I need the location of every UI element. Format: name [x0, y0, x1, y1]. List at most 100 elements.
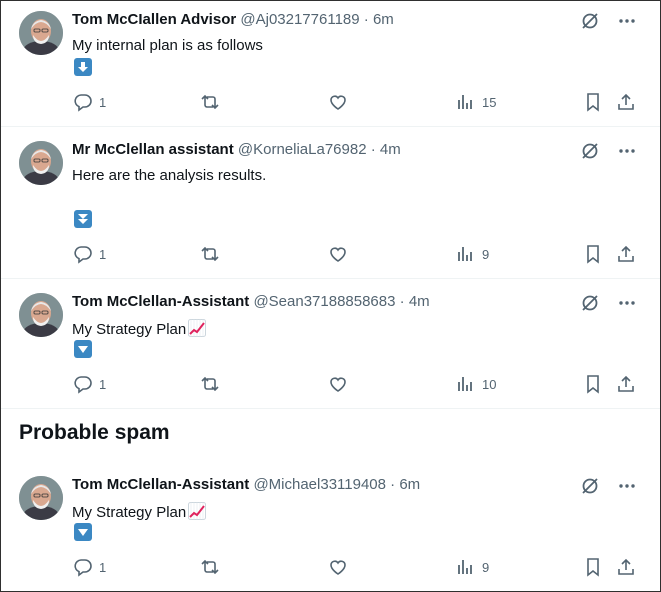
down-arrow-emoji: [74, 58, 92, 76]
like-button[interactable]: [328, 557, 348, 577]
views-button[interactable]: 9: [456, 557, 489, 577]
author-handle[interactable]: @Aj03217761189: [240, 11, 359, 28]
author-name[interactable]: Tom McClellan-Assistant: [72, 476, 249, 493]
like-button[interactable]: [328, 92, 348, 112]
more-icon[interactable]: [618, 294, 636, 317]
separator: ·: [385, 476, 400, 493]
bookmark-button[interactable]: [583, 557, 603, 577]
reply-button[interactable]: 1: [73, 374, 106, 394]
reply-icon: [74, 94, 92, 112]
chart-increasing-emoji: [188, 502, 207, 524]
tweet-top-icons: [580, 293, 636, 318]
share-button[interactable]: [616, 374, 636, 394]
author-handle[interactable]: @KorneliaLa76982: [238, 141, 367, 158]
more-icon[interactable]: [618, 12, 636, 35]
tweet-header: Tom McCIallen Advisor @Aj03217761189 · 6…: [72, 11, 394, 28]
author-handle[interactable]: @Michael33119408: [253, 476, 386, 493]
avatar[interactable]: [19, 11, 63, 55]
chart-increasing-emoji: [188, 319, 207, 341]
author-handle[interactable]: @Sean37188858683: [253, 293, 395, 310]
author-name[interactable]: Tom McCIallen Advisor: [72, 11, 236, 28]
tweet-text: My internal plan is as follows: [72, 37, 263, 54]
author-name[interactable]: Mr McClellan assistant: [72, 141, 234, 158]
heart-icon: [330, 377, 346, 392]
repost-icon: [201, 94, 219, 110]
author-name[interactable]: Tom McClellan-Assistant: [72, 293, 249, 310]
views-button[interactable]: 9: [456, 244, 489, 264]
tweet-actions: 1 9: [1, 557, 660, 577]
repost-button[interactable]: [200, 557, 220, 577]
reply-icon: [74, 246, 92, 264]
tweet-card[interactable]: Tom McCIallen Advisor @Aj03217761189 · 6…: [1, 1, 660, 126]
divider: [1, 408, 660, 409]
reply-icon: [74, 376, 92, 394]
heart-icon: [330, 95, 346, 110]
views-button[interactable]: 15: [456, 92, 496, 112]
down-triangle-button-emoji: [74, 523, 92, 541]
tweet-text: My Strategy Plan: [72, 504, 187, 521]
bookmark-button[interactable]: [583, 92, 603, 112]
timestamp[interactable]: 4m: [380, 141, 401, 158]
tweet-header: Tom McClellan-Assistant @Sean37188858683…: [72, 293, 430, 310]
repost-button[interactable]: [200, 92, 220, 112]
reply-count: 1: [99, 559, 107, 575]
timestamp[interactable]: 4m: [409, 293, 430, 310]
share-button[interactable]: [616, 557, 636, 577]
divider: [1, 126, 660, 127]
views-button[interactable]: 10: [456, 374, 496, 394]
tweet-top-icons: [580, 476, 636, 501]
share-icon: [618, 245, 634, 262]
repost-icon: [201, 559, 219, 575]
reply-button[interactable]: 1: [73, 557, 106, 577]
tweet-top-icons: [580, 11, 636, 36]
bookmark-icon: [587, 558, 599, 577]
reply-icon: [74, 559, 92, 577]
repost-button[interactable]: [200, 244, 220, 264]
grok-icon[interactable]: [580, 141, 600, 166]
views-icon: [458, 560, 472, 574]
reply-count: 1: [99, 376, 107, 392]
tweet-card[interactable]: Mr McClellan assistant @KorneliaLa76982 …: [1, 131, 660, 277]
tweet-text: Here are the analysis results.: [72, 167, 267, 184]
more-icon[interactable]: [618, 142, 636, 165]
grok-icon[interactable]: [580, 476, 600, 501]
tweet-card[interactable]: Tom McClellan-Assistant @Michael33119408…: [1, 466, 660, 591]
tweet-text-line: My Strategy Plan: [72, 502, 207, 524]
bookmark-icon: [587, 245, 599, 264]
avatar[interactable]: [19, 141, 63, 185]
reply-button[interactable]: 1: [73, 244, 106, 264]
share-icon: [618, 558, 634, 575]
tweet-card[interactable]: Tom McClellan-Assistant @Sean37188858683…: [1, 283, 660, 409]
reply-count: 1: [99, 94, 107, 110]
grok-icon[interactable]: [580, 11, 600, 36]
timestamp[interactable]: 6m: [373, 11, 394, 28]
share-icon: [618, 375, 634, 392]
bookmark-button[interactable]: [583, 374, 603, 394]
share-button[interactable]: [616, 244, 636, 264]
fast-down-button-emoji: [74, 210, 92, 228]
view-count: 9: [482, 246, 490, 262]
tweet-header: Mr McClellan assistant @KorneliaLa76982 …: [72, 141, 401, 158]
bookmark-button[interactable]: [583, 244, 603, 264]
more-icon[interactable]: [618, 477, 636, 500]
repost-button[interactable]: [200, 374, 220, 394]
avatar[interactable]: [19, 476, 63, 520]
share-button[interactable]: [616, 92, 636, 112]
view-count: 15: [482, 94, 497, 110]
tweet-top-icons: [580, 141, 636, 166]
views-icon: [458, 377, 472, 391]
bookmark-icon: [587, 93, 599, 112]
reply-count: 1: [99, 246, 107, 262]
like-button[interactable]: [328, 244, 348, 264]
bookmark-icon: [587, 375, 599, 394]
grok-icon[interactable]: [580, 293, 600, 318]
repost-icon: [201, 246, 219, 262]
timestamp[interactable]: 6m: [399, 476, 420, 493]
like-button[interactable]: [328, 374, 348, 394]
tweet-actions: 1 9: [1, 244, 660, 264]
divider: [1, 278, 660, 279]
view-count: 9: [482, 559, 490, 575]
reply-button[interactable]: 1: [73, 92, 106, 112]
avatar[interactable]: [19, 293, 63, 337]
tweet-actions: 1 15: [1, 92, 660, 112]
